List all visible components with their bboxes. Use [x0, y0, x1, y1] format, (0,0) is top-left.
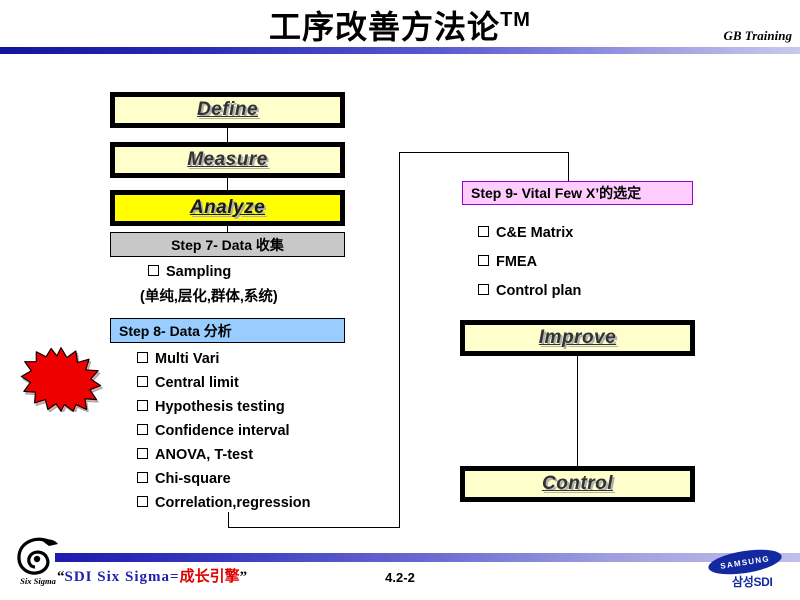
checkbox-bullet-icon: [137, 376, 148, 387]
list-item-label: Central limit: [155, 375, 239, 391]
phase-label-improve: Improve: [538, 327, 617, 348]
phase-box-analyze[interactable]: Analyze: [110, 190, 345, 226]
connector-improve-control: [577, 356, 578, 466]
list-item[interactable]: Confidence interval: [137, 423, 311, 447]
list-item[interactable]: Chi-square: [137, 471, 311, 495]
checkbox-bullet-icon: [478, 284, 489, 295]
phase-box-define[interactable]: Define: [110, 92, 345, 128]
checkbox-bullet-icon: [478, 226, 489, 237]
connector-define-measure: [227, 128, 228, 142]
step8-header[interactable]: Step 8- Data 分析: [110, 318, 345, 343]
list-item-label: Control plan: [496, 283, 582, 299]
phase-box-improve[interactable]: Improve: [460, 320, 695, 356]
list-item-label: Multi Vari: [155, 351, 220, 367]
list-item[interactable]: FMEA: [478, 254, 581, 283]
step7-header[interactable]: Step 7- Data 收集: [110, 232, 345, 257]
step7-note: (单纯,层化,群体,系统): [140, 289, 278, 305]
checkbox-bullet-icon: [137, 352, 148, 363]
list-item[interactable]: Central limit: [137, 375, 311, 399]
phase-label-control: Control: [541, 473, 614, 494]
step9-header[interactable]: Step 9- Vital Few X’的选定: [462, 181, 693, 205]
phase-label-define: Define: [196, 99, 259, 120]
list-item-label: Chi-square: [155, 471, 231, 487]
footer-divider: [55, 553, 800, 562]
list-item-label: C&E Matrix: [496, 225, 574, 241]
connector-step8-down: [228, 512, 229, 528]
list-item[interactable]: Correlation,regression: [137, 495, 311, 519]
trademark-mark: TM: [500, 9, 531, 31]
step8-bullet-list: Multi Vari Central limit Hypothesis test…: [137, 351, 311, 519]
starburst-icon: [18, 346, 104, 415]
samsung-sdi-logo: SAMSUNG 삼성SDI: [706, 545, 794, 593]
checkbox-bullet-icon: [137, 400, 148, 411]
step7-bullet-list: Sampling: [148, 264, 231, 283]
list-item[interactable]: Sampling: [148, 264, 231, 280]
connector-right-vertical: [399, 152, 400, 528]
list-item-label: Hypothesis testing: [155, 399, 285, 415]
checkbox-bullet-icon: [137, 472, 148, 483]
list-item[interactable]: Control plan: [478, 283, 581, 312]
list-item-label: FMEA: [496, 254, 538, 270]
list-item[interactable]: ANOVA, T-test: [137, 447, 311, 471]
list-item-label: ANOVA, T-test: [155, 447, 254, 463]
checkbox-bullet-icon: [137, 424, 148, 435]
phase-box-measure[interactable]: Measure: [110, 142, 345, 178]
step9-bullet-list: C&E Matrix FMEA Control plan: [478, 225, 581, 312]
phase-box-control[interactable]: Control: [460, 466, 695, 502]
connector-into-step9: [568, 152, 569, 182]
phase-label-analyze: Analyze: [189, 197, 266, 218]
checkbox-bullet-icon: [478, 255, 489, 266]
list-item-label: Confidence interval: [155, 423, 290, 439]
header-divider: [0, 47, 800, 54]
samsung-sdi-sub: 삼성SDI: [732, 575, 773, 589]
slide-canvas: 工序改善方法论TM GB Training Define Measure Ana…: [0, 0, 800, 600]
page-number: 4.2-2: [385, 570, 415, 585]
page-title-text: 工序改善方法论: [269, 9, 501, 45]
list-item[interactable]: C&E Matrix: [478, 225, 581, 254]
checkbox-bullet-icon: [137, 496, 148, 507]
connector-top-horizontal: [399, 152, 569, 153]
connector-bottom-horizontal: [228, 527, 400, 528]
list-item-label: Correlation,regression: [155, 495, 311, 511]
checkbox-bullet-icon: [137, 448, 148, 459]
connector-measure-analyze: [227, 178, 228, 190]
checkbox-bullet-icon: [148, 265, 159, 276]
page-title: 工序改善方法论TM: [0, 2, 800, 48]
list-item-label: Sampling: [166, 264, 232, 280]
phase-label-measure: Measure: [187, 149, 268, 170]
list-item[interactable]: Multi Vari: [137, 351, 311, 375]
list-item[interactable]: Hypothesis testing: [137, 399, 311, 423]
course-label: GB Training: [723, 28, 792, 43]
